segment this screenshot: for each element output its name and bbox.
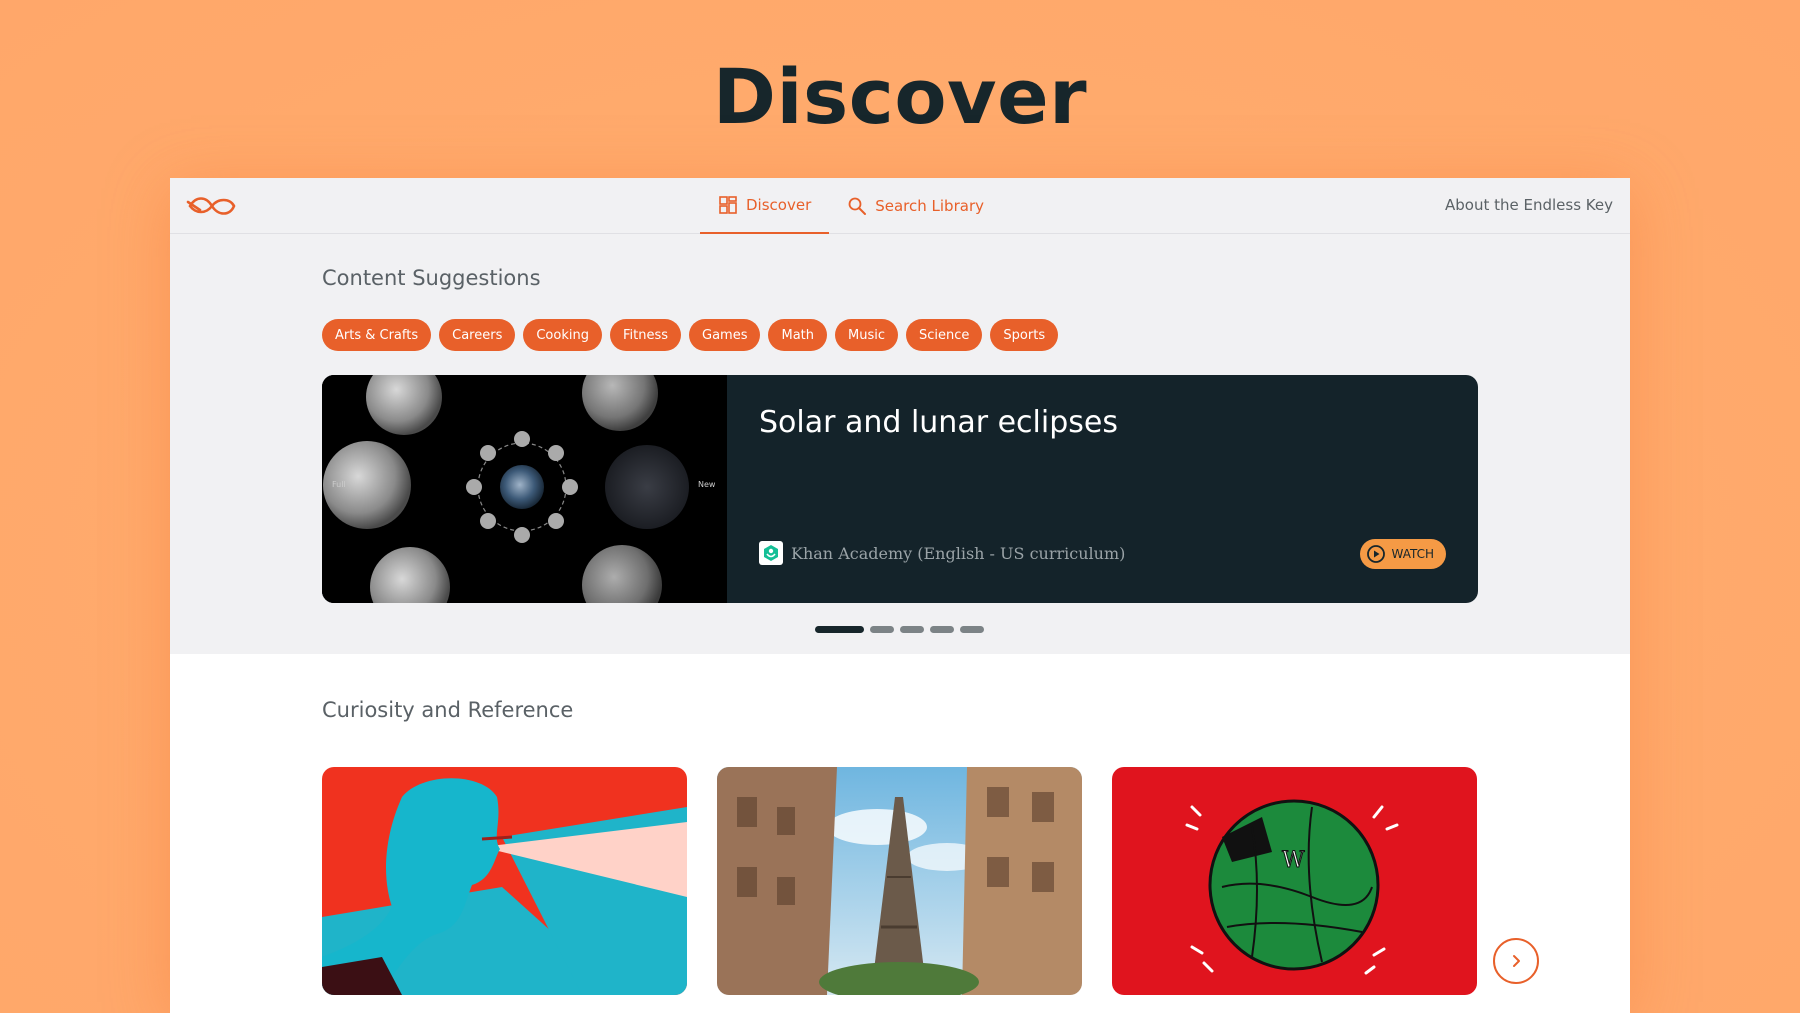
tab-search-library-label: Search Library	[875, 197, 984, 215]
channel-card[interactable]	[717, 767, 1082, 995]
tab-search-library[interactable]: Search Library	[829, 178, 1002, 234]
chip-arts-crafts[interactable]: Arts & Crafts	[322, 319, 432, 351]
watch-label: WATCH	[1391, 547, 1434, 561]
tab-discover[interactable]: Discover	[700, 178, 830, 234]
carousel-dot[interactable]	[870, 626, 894, 633]
about-link[interactable]: About the Endless Key	[1445, 196, 1613, 214]
chip-math[interactable]: Math	[768, 319, 828, 351]
endless-key-logo-icon[interactable]	[186, 194, 238, 218]
chip-fitness[interactable]: Fitness	[609, 319, 681, 351]
card-illustration-paris	[717, 767, 1082, 995]
carousel-pagination	[815, 626, 984, 633]
khan-academy-logo-icon	[759, 541, 783, 565]
category-chips: Arts & Crafts Careers Cooking Fitness Ga…	[322, 319, 1059, 351]
tab-discover-label: Discover	[746, 196, 812, 214]
featured-title: Solar and lunar eclipses	[759, 405, 1118, 440]
channel-name: Khan Academy (English - US curriculum)	[791, 543, 1126, 563]
main-nav: Discover Search Library	[700, 178, 1002, 234]
watch-button[interactable]: WATCH	[1360, 539, 1446, 569]
content-suggestions-section: Content Suggestions Arts & Crafts Career…	[170, 234, 1630, 654]
channel-card[interactable]	[322, 767, 687, 995]
carousel-dot[interactable]	[815, 626, 864, 633]
carousel-dot[interactable]	[930, 626, 954, 633]
featured-card[interactable]: Full New Solar and lunar eclipses Khan A…	[322, 375, 1478, 603]
section-title-curiosity: Curiosity and Reference	[322, 698, 574, 722]
thumb-new-label: New	[698, 480, 716, 489]
chip-music[interactable]: Music	[835, 319, 899, 351]
play-circle-icon	[1367, 545, 1386, 563]
channel-card[interactable]: W	[1112, 767, 1477, 995]
search-icon	[848, 197, 867, 215]
chip-games[interactable]: Games	[689, 319, 761, 351]
channel-info: Khan Academy (English - US curriculum)	[759, 541, 1125, 565]
carousel-dot[interactable]	[900, 626, 924, 633]
svg-text:W: W	[1282, 848, 1305, 873]
carousel-dot[interactable]	[960, 626, 984, 633]
curiosity-reference-section: Curiosity and Reference W	[170, 654, 1630, 1013]
next-button[interactable]	[1493, 938, 1539, 984]
hero-title: Discover	[712, 52, 1088, 141]
card-illustration-wikipedia-globe: W	[1112, 767, 1477, 995]
thumb-full-label: Full	[332, 480, 346, 489]
chip-science[interactable]: Science	[906, 319, 983, 351]
app-window: Discover Search Library About the Endles…	[170, 178, 1630, 1013]
featured-thumbnail: Full New	[322, 375, 727, 603]
top-bar: Discover Search Library About the Endles…	[170, 178, 1630, 234]
chevron-right-icon	[1513, 955, 1520, 967]
curiosity-cards: W	[322, 767, 1477, 995]
chip-careers[interactable]: Careers	[439, 319, 516, 351]
grid-icon	[719, 196, 737, 214]
chip-cooking[interactable]: Cooking	[523, 319, 602, 351]
chip-sports[interactable]: Sports	[990, 319, 1059, 351]
section-title-suggestions: Content Suggestions	[322, 266, 541, 290]
card-illustration-profile	[322, 767, 687, 995]
